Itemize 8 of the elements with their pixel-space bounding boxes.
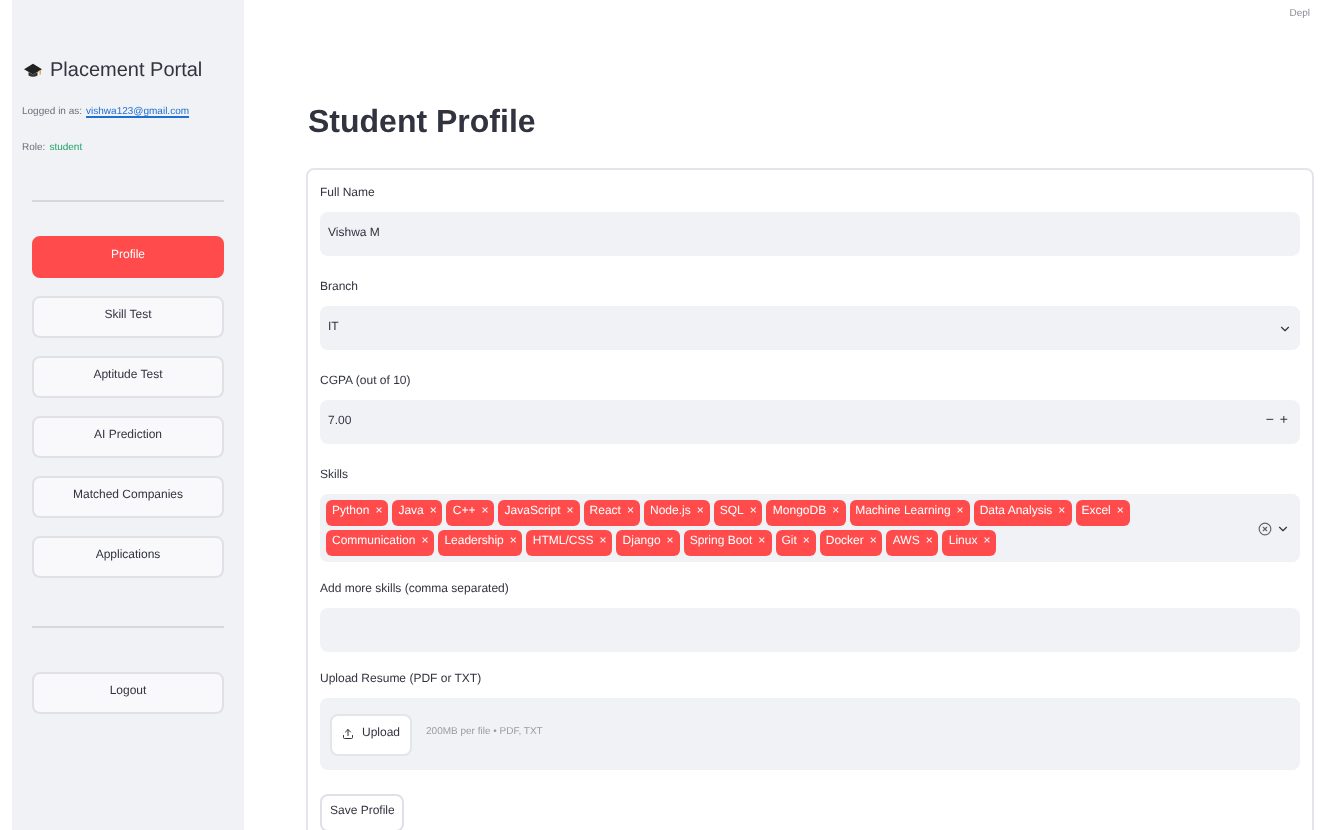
graduation-cap-icon [24, 62, 42, 80]
clear-icon[interactable] [1258, 521, 1272, 535]
skills-multiselect[interactable] [320, 494, 1300, 562]
page-title: Student Profile [308, 104, 538, 144]
upload-icon [342, 728, 354, 740]
chevron-down-icon [1276, 521, 1290, 535]
chevron-down-icon [1278, 321, 1292, 335]
app-title: Placement Portal [50, 58, 203, 86]
